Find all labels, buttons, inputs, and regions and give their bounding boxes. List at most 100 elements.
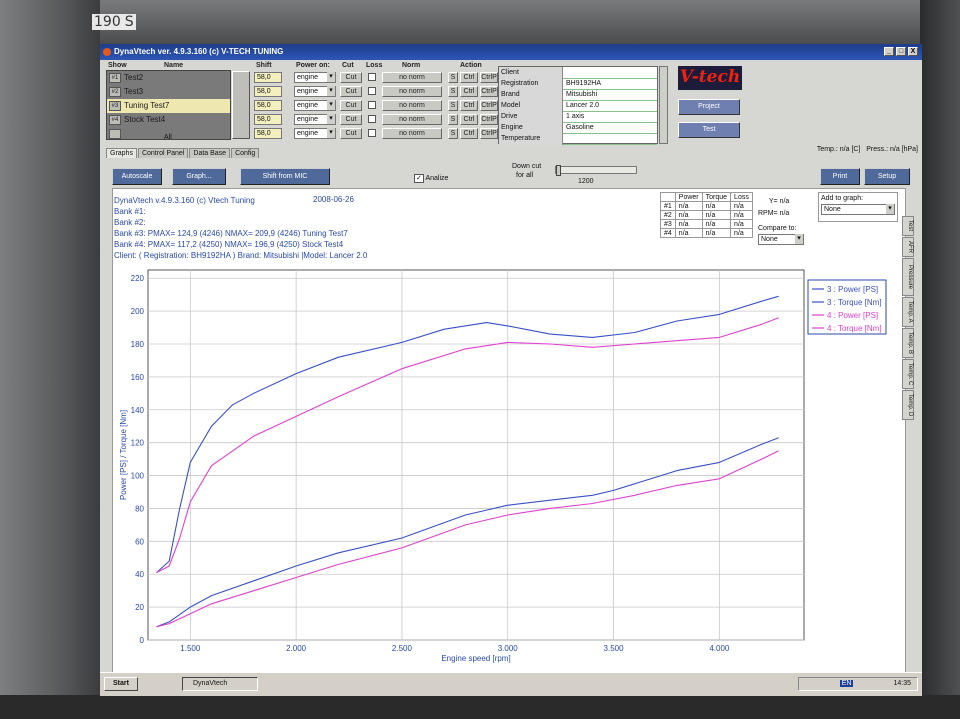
cut-button[interactable]: Cut bbox=[340, 72, 362, 83]
show-toggle-column[interactable] bbox=[232, 71, 250, 139]
autoscale-button[interactable]: Autoscale bbox=[112, 168, 162, 185]
power-on-select[interactable]: engine bbox=[294, 114, 336, 125]
test-row[interactable]: #1 Test2 bbox=[107, 71, 230, 85]
s-button[interactable]: S bbox=[448, 128, 458, 139]
test-name: Tuning Test7 bbox=[124, 101, 170, 110]
tab-graphs[interactable]: Graphs bbox=[106, 148, 137, 158]
slider-thumb[interactable] bbox=[556, 165, 561, 176]
cut-button[interactable]: Cut bbox=[340, 114, 362, 125]
cut-button[interactable]: Cut bbox=[340, 128, 362, 139]
s-button[interactable]: S bbox=[448, 114, 458, 125]
power-on-select[interactable]: engine bbox=[294, 100, 336, 111]
shift-from-mic-button[interactable]: Shift from MIC bbox=[240, 168, 330, 185]
ctrl-p-button[interactable]: CtrlP bbox=[480, 128, 498, 139]
s-button[interactable]: S bbox=[448, 72, 458, 83]
side-tab-test[interactable]: Test bbox=[902, 216, 914, 236]
add-to-graph-select[interactable]: None bbox=[821, 204, 895, 215]
shift-field[interactable]: 58,0 bbox=[254, 72, 282, 83]
loss-checkbox[interactable] bbox=[368, 73, 376, 81]
side-tab-pressure[interactable]: Pressure bbox=[902, 258, 914, 296]
start-button[interactable]: Start bbox=[104, 677, 138, 691]
test-row-selected[interactable]: #3 Tuning Test7 bbox=[107, 99, 230, 113]
s-button[interactable]: S bbox=[448, 86, 458, 97]
print-button[interactable]: Print bbox=[820, 168, 860, 185]
screen: DynaVtech ver. 4.9.3.160 (c) V-TECH TUNI… bbox=[100, 44, 922, 696]
down-cut-label: Down cut for all bbox=[512, 163, 542, 179]
side-tab-temp-d[interactable]: Temp. D bbox=[902, 390, 914, 420]
side-tab-afr[interactable]: AFR bbox=[902, 237, 914, 257]
loss-checkbox[interactable] bbox=[368, 129, 376, 137]
project-button[interactable]: Project bbox=[678, 99, 740, 115]
ctrl-p-button[interactable]: CtrlP bbox=[480, 72, 498, 83]
monitor-model-label: 190 S bbox=[92, 14, 136, 30]
side-tab-temp-b[interactable]: Temp. B bbox=[902, 328, 914, 358]
shift-field[interactable]: 58,0 bbox=[254, 86, 282, 97]
norm-button[interactable]: no norm bbox=[382, 86, 442, 97]
y-tick-label: 140 bbox=[131, 406, 145, 415]
norm-button[interactable]: no norm bbox=[382, 100, 442, 111]
client-value: 1 axis bbox=[566, 113, 585, 120]
loss-checkbox[interactable] bbox=[368, 101, 376, 109]
ctrl-p-button[interactable]: CtrlP bbox=[480, 100, 498, 111]
ctrl-p-button[interactable]: CtrlP bbox=[480, 86, 498, 97]
taskbar-item-dynavtech[interactable]: DynaVtech bbox=[182, 677, 258, 691]
system-tray: EN 14:35 bbox=[798, 677, 918, 691]
client-scrollbar[interactable] bbox=[659, 66, 668, 144]
client-row[interactable]: Temperature bbox=[499, 133, 657, 145]
shift-field[interactable]: 58,0 bbox=[254, 114, 282, 125]
norm-button[interactable]: no norm bbox=[382, 72, 442, 83]
s-button[interactable]: S bbox=[448, 100, 458, 111]
power-on-select[interactable]: engine bbox=[294, 86, 336, 97]
tab-data-base[interactable]: Data Base bbox=[189, 148, 231, 158]
tab-config[interactable]: Config bbox=[231, 148, 260, 158]
col-name: Name bbox=[164, 62, 184, 69]
loss-checkbox[interactable] bbox=[368, 115, 376, 123]
language-indicator[interactable]: EN bbox=[839, 680, 854, 687]
client-info-grid[interactable]: Client Registration BH9192HA Brand Mitsubi… bbox=[498, 66, 658, 145]
minimize-button[interactable]: _ bbox=[884, 47, 894, 56]
test-num: #1 bbox=[109, 73, 121, 83]
cell: n/a bbox=[701, 210, 732, 220]
table-header: Loss bbox=[730, 192, 753, 202]
graph-button[interactable]: Graph... bbox=[172, 168, 226, 185]
ctrl-button[interactable]: Ctrl bbox=[460, 128, 478, 139]
ctrl-button[interactable]: Ctrl bbox=[460, 72, 478, 83]
down-cut-slider[interactable] bbox=[555, 165, 637, 176]
monitor-bezel-left bbox=[0, 0, 100, 719]
compare-to-select[interactable]: None bbox=[758, 234, 804, 245]
legend-entry: 4 : Torque [Nm] bbox=[827, 324, 882, 333]
test-row[interactable]: #2 Test3 bbox=[107, 85, 230, 99]
tab-control-panel[interactable]: Control Panel bbox=[137, 148, 189, 158]
test-num: #4 bbox=[109, 115, 121, 125]
analize-label: Analize bbox=[425, 175, 449, 182]
col-loss: Loss bbox=[366, 62, 383, 69]
norm-button[interactable]: no norm bbox=[382, 128, 442, 139]
client-value: BH9192HA bbox=[566, 80, 602, 87]
side-tab-temp-a[interactable]: Temp. A bbox=[902, 297, 914, 327]
shift-field[interactable]: 58,0 bbox=[254, 128, 282, 139]
test-row[interactable]: #4 Stock Test4 bbox=[107, 113, 230, 127]
setup-button[interactable]: Setup bbox=[864, 168, 910, 185]
cut-button[interactable]: Cut bbox=[340, 86, 362, 97]
ctrl-p-button[interactable]: CtrlP bbox=[480, 114, 498, 125]
tests-list[interactable]: #1 Test2 #2 Test3 #3 Tuning Test7 #4 Stock T… bbox=[106, 70, 231, 140]
ctrl-button[interactable]: Ctrl bbox=[460, 86, 478, 97]
cut-button[interactable]: Cut bbox=[340, 100, 362, 111]
client-value: Mitsubishi bbox=[566, 91, 598, 98]
analize-checkbox[interactable]: ✓ Analize bbox=[414, 174, 449, 183]
power-on-select[interactable]: engine bbox=[294, 128, 336, 139]
window-titlebar[interactable]: DynaVtech ver. 4.9.3.160 (c) V-TECH TUNI… bbox=[100, 44, 922, 60]
status-press: Press.: n/a [hPa] bbox=[866, 146, 918, 153]
dyno-chart[interactable]: 1.500 2.000 2.500 3.000 3.500 4.000 0 20 40 60 80 1… bbox=[114, 267, 894, 672]
monitor-bezel-bottom bbox=[0, 695, 960, 719]
norm-button[interactable]: no norm bbox=[382, 114, 442, 125]
loss-checkbox[interactable] bbox=[368, 87, 376, 95]
close-button[interactable]: X bbox=[908, 47, 918, 56]
maximize-button[interactable]: □ bbox=[896, 47, 906, 56]
side-tab-temp-c[interactable]: Temp. C bbox=[902, 359, 914, 389]
power-on-select[interactable]: engine bbox=[294, 72, 336, 83]
test-button[interactable]: Test bbox=[678, 122, 740, 138]
shift-field[interactable]: 58,0 bbox=[254, 100, 282, 111]
ctrl-button[interactable]: Ctrl bbox=[460, 114, 478, 125]
ctrl-button[interactable]: Ctrl bbox=[460, 100, 478, 111]
